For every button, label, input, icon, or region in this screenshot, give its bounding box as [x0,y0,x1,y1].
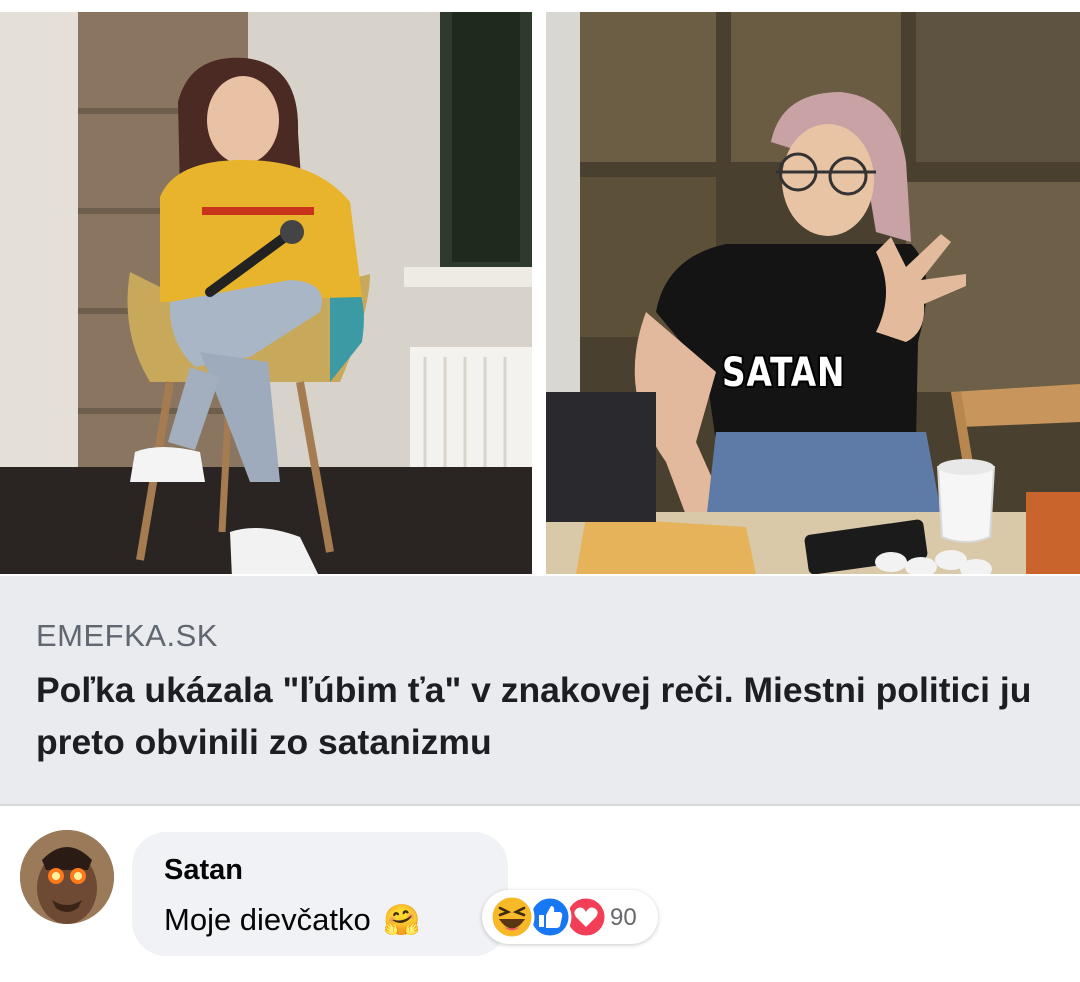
reaction-count: 90 [610,904,637,931]
link-preview-card[interactable]: EMEFKA.SK Poľka ukázala "ľúbim ťa" v zna… [0,576,1080,806]
comment: Satan Moje dievčatko 🤗 90 [0,808,1080,982]
comment-author[interactable]: Satan [164,854,243,887]
avatar[interactable] [20,830,114,924]
avatar-image [20,830,114,924]
meme-caption: SATAN [722,350,846,396]
right-photo[interactable] [546,12,1080,574]
like-icon [528,895,572,939]
link-domain: EMEFKA.SK [36,618,218,653]
reactions-summary[interactable]: 90 [482,890,658,944]
left-photo[interactable] [0,12,532,574]
left-photo-illustration [0,12,532,574]
comment-bubble: Satan Moje dievčatko 🤗 [132,832,508,956]
comment-body: Moje dievčatko [164,902,371,937]
haha-icon [489,894,535,940]
reaction-icons [489,894,608,940]
comment-text: Moje dievčatko 🤗 [164,902,421,938]
hugging-face-emoji: 🤗 [383,903,421,938]
love-icon [564,895,608,939]
right-photo-illustration [546,12,1080,574]
link-title[interactable]: Poľka ukázala "ľúbim ťa" v znakovej reči… [36,664,1046,768]
post-image-collage[interactable]: SATAN [0,0,1080,576]
